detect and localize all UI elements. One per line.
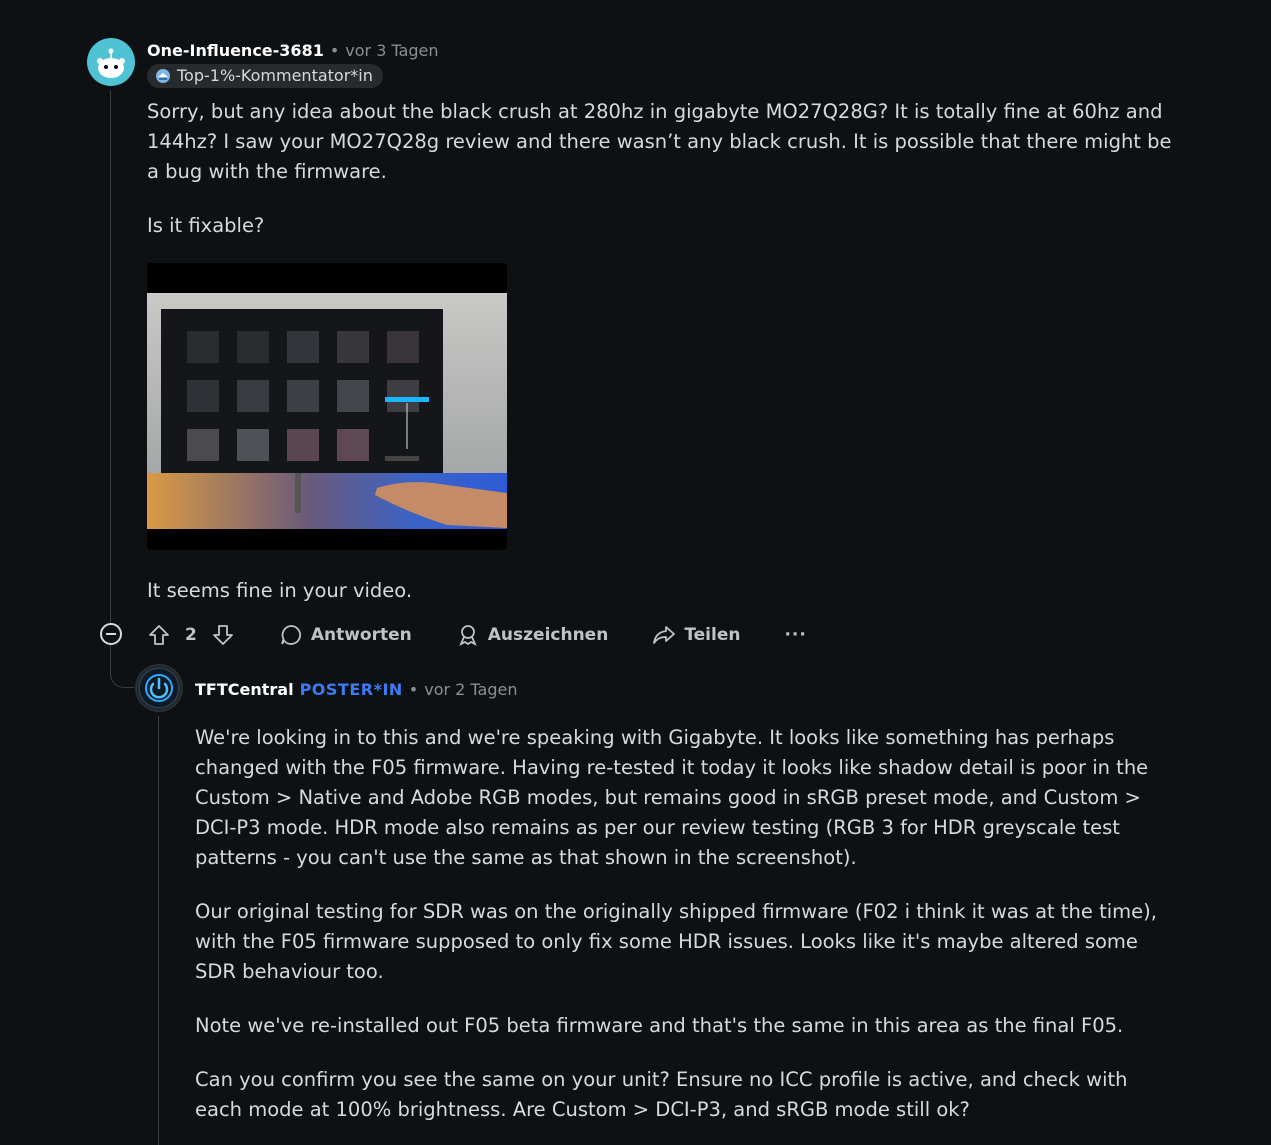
comment-body: We're looking in to this and we're speak… xyxy=(195,723,1180,1125)
comment-header: One-Influence-3681 • vor 3 Tagen xyxy=(147,38,439,62)
timestamp[interactable]: vor 2 Tagen xyxy=(424,680,517,699)
award-label: Auszeichnen xyxy=(487,625,609,645)
downvote-icon[interactable] xyxy=(211,623,235,647)
ellipsis-icon: ··· xyxy=(784,625,807,645)
comment-body: Sorry, but any idea about the black crus… xyxy=(147,97,1182,241)
award-flair-icon xyxy=(156,69,170,83)
comment-header: TFTCentral POSTER*IN • vor 2 Tagen xyxy=(195,677,518,701)
flair-label: Top-1%-Kommentator*in xyxy=(177,66,373,85)
share-label: Teilen xyxy=(684,625,741,645)
upvote-icon[interactable] xyxy=(147,623,171,647)
thread-line-reply xyxy=(158,716,159,1145)
comment-paragraph: Note we've re-installed out F05 beta fir… xyxy=(195,1014,1124,1037)
vote-group: 2 xyxy=(147,623,235,647)
reply-button[interactable]: Antworten xyxy=(279,623,412,647)
username[interactable]: TFTCentral xyxy=(195,680,294,699)
meta-separator: • xyxy=(329,40,340,60)
collapse-thread-button[interactable] xyxy=(100,623,122,645)
avatar[interactable] xyxy=(135,664,183,712)
share-button[interactable]: Teilen xyxy=(652,623,740,647)
timestamp[interactable]: vor 3 Tagen xyxy=(345,41,438,60)
award-icon xyxy=(458,625,477,646)
award-button[interactable]: Auszeichnen xyxy=(456,623,609,647)
avatar[interactable] xyxy=(87,38,135,86)
comment-bubble-icon xyxy=(280,625,301,645)
comment-paragraph: It seems fine in your video. xyxy=(147,579,413,602)
comment-paragraph: We're looking in to this and we're speak… xyxy=(195,726,1149,869)
more-options-button[interactable]: ··· xyxy=(784,625,806,645)
op-badge: POSTER*IN xyxy=(299,679,403,699)
comment-paragraph: Sorry, but any idea about the black crus… xyxy=(147,100,1172,183)
minus-icon xyxy=(106,633,116,635)
share-icon xyxy=(653,626,676,644)
comment-paragraph: Is it fixable? xyxy=(147,214,265,237)
user-flair: Top-1%-Kommentator*in xyxy=(147,64,383,88)
thread-line-main xyxy=(110,90,111,624)
meta-separator: • xyxy=(408,679,419,699)
comment-actions: 2 Antworten Auszeichnen Teilen ··· xyxy=(147,619,851,651)
thread-branch-connector xyxy=(110,645,134,688)
reply-label: Antworten xyxy=(310,625,412,645)
embedded-video[interactable] xyxy=(147,263,507,550)
comment-paragraph: Our original testing for SDR was on the … xyxy=(195,900,1157,983)
comment-body-continued: It seems fine in your video. xyxy=(147,576,1182,606)
username[interactable]: One-Influence-3681 xyxy=(147,41,324,60)
vote-count: 2 xyxy=(185,625,197,645)
comment-paragraph: Can you confirm you see the same on your… xyxy=(195,1068,1128,1121)
